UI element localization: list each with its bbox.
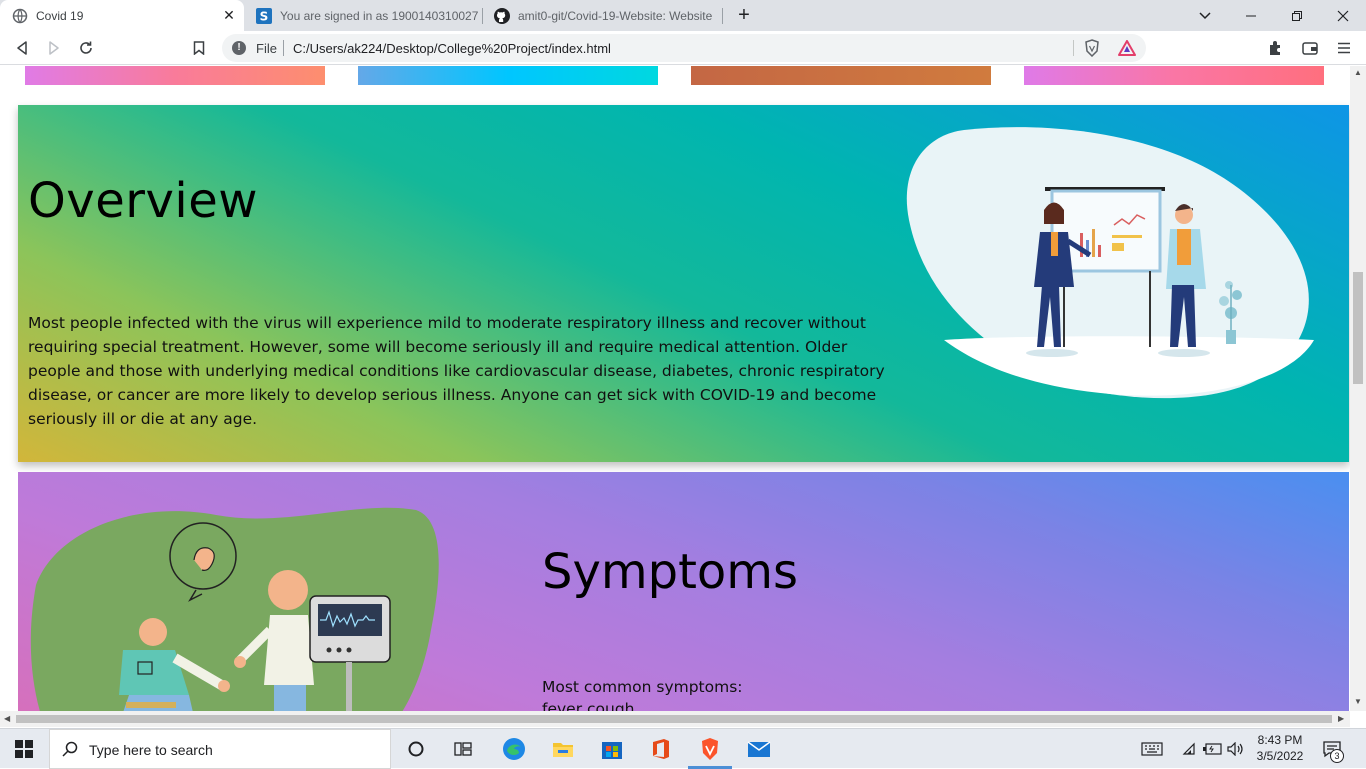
overview-paragraph: Most people infected with the virus will… <box>28 314 885 428</box>
minimize-icon <box>1246 15 1256 16</box>
notification-center-button[interactable]: 3 <box>1322 729 1344 769</box>
clock-time: 8:43 PM <box>1257 733 1303 747</box>
mail-button[interactable] <box>745 735 773 763</box>
store-button[interactable] <box>598 735 626 763</box>
taskbar-search-box[interactable]: Type here to search <box>49 729 391 769</box>
chevron-down-icon <box>1199 11 1211 19</box>
volume-icon[interactable] <box>1227 729 1245 769</box>
overview-heading: Overview <box>28 173 258 229</box>
symptoms-lead: Most common symptoms: <box>542 678 743 696</box>
browser-toolbar: ! File C:/Users/ak224/Desktop/College%20… <box>0 31 1366 65</box>
wallet-icon <box>1302 42 1318 55</box>
puzzle-icon <box>1270 41 1280 55</box>
new-tab-button[interactable]: + <box>733 4 755 26</box>
task-view-icon <box>454 742 472 756</box>
cortana-circle-icon <box>408 741 424 757</box>
office-button[interactable] <box>647 735 675 763</box>
close-icon[interactable]: ✕ <box>222 8 236 22</box>
info-icon[interactable]: ! <box>232 41 246 55</box>
horizontal-scrollbar[interactable]: ◀ ▶ <box>0 711 1350 727</box>
doctor-patient-illustration <box>30 507 439 711</box>
brave-rewards-icon[interactable] <box>1118 40 1136 59</box>
overview-section: Overview Most people infected with the v… <box>18 105 1349 462</box>
card-bottom-pink <box>25 66 325 85</box>
folder-icon <box>553 743 573 757</box>
back-button[interactable] <box>10 36 34 60</box>
hamburger-menu-icon <box>1338 42 1350 54</box>
forward-button[interactable] <box>42 36 66 60</box>
brave-taskbar-button[interactable] <box>696 735 724 763</box>
vertical-scrollbar[interactable]: ▲ ▼ <box>1350 66 1366 711</box>
tab-covid19[interactable]: Covid 19 ✕ <box>0 0 244 31</box>
card-bottom-blue <box>358 66 658 85</box>
restore-icon <box>1292 10 1302 21</box>
wallet-button[interactable] <box>1298 36 1322 60</box>
s-logo-icon: S <box>256 7 272 24</box>
card-bottom-rose <box>1024 66 1324 85</box>
tab-search-button[interactable] <box>1182 0 1228 31</box>
tab-title: amit0-git/Covid-19-Website: Website <box>518 8 713 23</box>
file-explorer-button[interactable] <box>549 735 577 763</box>
page-viewport: Overview Most people infected with the v… <box>0 66 1350 711</box>
notification-badge: 3 <box>1330 749 1344 763</box>
horizontal-scrollbar-thumb[interactable] <box>16 715 1332 723</box>
tab-signed-in[interactable]: S You are signed in as 1900140310027 <box>244 0 482 31</box>
battery-icon[interactable] <box>1203 729 1223 769</box>
tab-title: You are signed in as 1900140310027 <box>280 8 479 23</box>
scroll-right-arrow-icon[interactable]: ▶ <box>1338 714 1344 723</box>
windows-taskbar: Type here to search 8:43 PM 3/5/2022 3 <box>0 728 1366 769</box>
search-icon <box>62 741 78 757</box>
search-placeholder: Type here to search <box>89 742 213 758</box>
card-bottom-orange <box>691 66 991 85</box>
omnibox-divider <box>1073 40 1074 56</box>
task-view-button[interactable] <box>449 735 477 763</box>
office-icon <box>653 739 669 759</box>
vertical-scrollbar-thumb[interactable] <box>1353 272 1363 384</box>
bookmark-icon <box>193 41 205 55</box>
reload-icon <box>80 41 92 54</box>
edge-icon <box>503 738 525 760</box>
cortana-button[interactable] <box>402 735 430 763</box>
tab-github[interactable]: amit0-git/Covid-19-Website: Website <box>482 0 722 31</box>
scroll-up-arrow-icon[interactable]: ▲ <box>1354 68 1362 77</box>
globe-icon <box>12 8 28 24</box>
github-icon <box>494 7 510 24</box>
reload-button[interactable] <box>74 36 98 60</box>
close-window-button[interactable] <box>1320 0 1366 31</box>
windows-logo-icon <box>15 740 33 758</box>
scroll-left-arrow-icon[interactable]: ◀ <box>4 714 10 723</box>
brave-shields-icon[interactable] <box>1084 39 1100 60</box>
forward-arrow-icon <box>49 41 59 55</box>
scroll-down-arrow-icon[interactable]: ▼ <box>1354 697 1362 706</box>
extensions-button[interactable] <box>1264 36 1288 60</box>
store-icon <box>602 742 622 759</box>
edge-taskbar-button[interactable] <box>500 735 528 763</box>
back-arrow-icon <box>17 41 27 55</box>
menu-button[interactable] <box>1332 36 1356 60</box>
symptoms-section: Symptoms Most common symptoms: fever cou… <box>18 472 1349 711</box>
url-text[interactable]: C:/Users/ak224/Desktop/College%20Project… <box>293 41 611 56</box>
scheme-label: File <box>256 41 277 56</box>
system-clock[interactable]: 8:43 PM 3/5/2022 <box>1250 732 1310 764</box>
tab-title: Covid 19 <box>36 8 84 23</box>
tab-separator <box>722 8 723 24</box>
omnibox-divider <box>283 40 284 56</box>
restore-button[interactable] <box>1274 0 1320 31</box>
clock-date: 3/5/2022 <box>1256 749 1304 763</box>
presentation-illustration <box>906 127 1314 399</box>
keyboard-icon[interactable] <box>1141 729 1163 769</box>
address-bar[interactable]: ! File C:/Users/ak224/Desktop/College%20… <box>222 34 1146 62</box>
start-button[interactable] <box>0 729 48 769</box>
svg-text:S: S <box>260 9 269 23</box>
mail-icon <box>747 741 771 757</box>
wifi-icon[interactable] <box>1182 729 1198 769</box>
symptoms-heading: Symptoms <box>542 544 799 600</box>
brave-lion-icon <box>702 738 718 760</box>
bookmark-button[interactable] <box>187 36 211 60</box>
minimize-button[interactable] <box>1228 0 1274 31</box>
tab-strip: Covid 19 ✕ S You are signed in as 190014… <box>0 0 1366 31</box>
close-icon <box>1337 10 1349 21</box>
symptoms-list-line: fever cough <box>542 700 635 711</box>
